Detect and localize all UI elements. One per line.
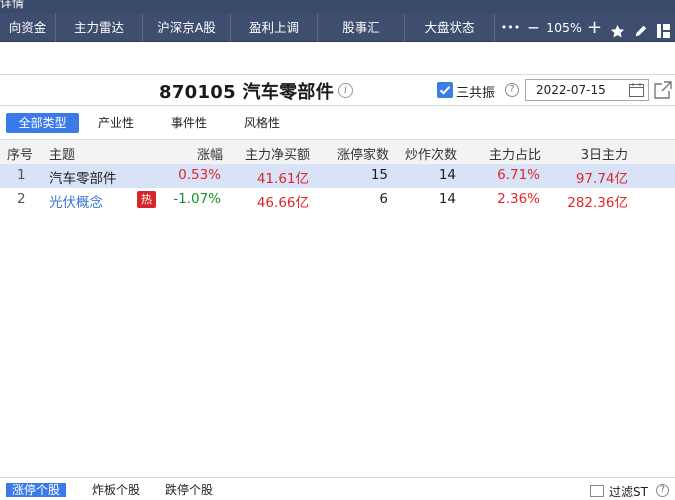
resonance-checkbox[interactable] bbox=[437, 82, 453, 98]
nav-item-main-radar[interactable]: 主力雷达 bbox=[56, 13, 143, 42]
type-filter-tabs: 全部类型 产业性 事件性 风格性 bbox=[0, 106, 675, 138]
row-theme[interactable]: 汽车零部件 bbox=[49, 167, 117, 187]
tab-all-types[interactable]: 全部类型 bbox=[6, 113, 79, 133]
tab-industry[interactable]: 产业性 bbox=[88, 113, 144, 133]
star-icon[interactable] bbox=[606, 17, 629, 39]
row-index: 1 bbox=[17, 167, 26, 183]
table-row[interactable]: 2 光伏概念 热 -1.07% 46.66亿 6 14 2.36% 282.36… bbox=[0, 188, 675, 212]
date-picker[interactable]: 2022-07-15 bbox=[525, 79, 649, 101]
zoom-level: 105% bbox=[546, 20, 582, 35]
column-header-change[interactable]: 涨幅 bbox=[197, 144, 223, 163]
calendar-icon[interactable] bbox=[629, 83, 644, 97]
filter-st-checkbox[interactable] bbox=[590, 485, 604, 497]
row-three-day: 97.74亿 bbox=[575, 171, 628, 187]
tab-limit-down-stocks[interactable]: 跌停个股 bbox=[165, 483, 213, 497]
zoom-in-button[interactable]: + bbox=[583, 13, 606, 42]
filter-st-label: 过滤ST bbox=[609, 485, 648, 499]
date-value: 2022-07-15 bbox=[536, 83, 606, 97]
nav-item-market-status[interactable]: 大盘状态 bbox=[405, 13, 495, 42]
help-icon[interactable]: ? bbox=[505, 83, 519, 97]
resonance-checkbox-label: 三共振 bbox=[456, 86, 496, 101]
nav-item-profit-upgrade[interactable]: 盈利上调 bbox=[231, 13, 318, 42]
bottom-divider bbox=[0, 477, 675, 478]
column-header-hype-count[interactable]: 炒作次数 bbox=[405, 144, 457, 163]
window-title: 详情 bbox=[0, 0, 25, 10]
info-icon[interactable]: i bbox=[338, 83, 353, 98]
column-header-limit-up[interactable]: 涨停家数 bbox=[337, 144, 389, 163]
row-three-day: 282.36亿 bbox=[567, 195, 628, 211]
tab-limit-up-stocks[interactable]: 涨停个股 bbox=[6, 483, 67, 497]
hot-badge: 热 bbox=[137, 191, 156, 208]
theme-header: 870105 汽车零部件 i 三共振 ? 2022-07-15 bbox=[0, 74, 675, 106]
row-change: 0.53% bbox=[178, 167, 221, 183]
row-hype-count: 14 bbox=[438, 191, 456, 207]
row-theme[interactable]: 光伏概念 bbox=[49, 191, 103, 211]
column-header-ratio[interactable]: 主力占比 bbox=[489, 144, 541, 163]
share-icon[interactable] bbox=[654, 81, 672, 99]
nav-toolbar: ••• — 105% + bbox=[499, 13, 675, 42]
row-limit-up: 6 bbox=[379, 191, 388, 207]
row-hype-count: 14 bbox=[438, 167, 456, 183]
nav-item-capital-flow[interactable]: 向资金 bbox=[0, 13, 56, 42]
help-icon[interactable]: ? bbox=[656, 484, 669, 497]
stock-name: 汽车零部件 bbox=[242, 82, 335, 103]
top-navbar: 向资金 主力雷达 沪深京A股 盈利上调 股事汇 大盘状态 ••• — 105% … bbox=[0, 13, 675, 42]
edit-icon[interactable] bbox=[629, 17, 652, 38]
nav-item-a-shares[interactable]: 沪深京A股 bbox=[143, 13, 231, 42]
tab-event[interactable]: 事件性 bbox=[161, 113, 217, 133]
zoom-out-button[interactable]: — bbox=[522, 13, 545, 42]
row-ratio: 6.71% bbox=[497, 167, 540, 183]
column-header-theme[interactable]: 主题 bbox=[49, 144, 75, 163]
column-header-three-day[interactable]: 3日主力 bbox=[581, 144, 628, 163]
nav-item-stock-events[interactable]: 股事汇 bbox=[318, 13, 405, 42]
column-header-index[interactable]: 序号 bbox=[7, 144, 33, 163]
row-ratio: 2.36% bbox=[497, 191, 540, 207]
blank-band bbox=[0, 42, 675, 74]
page-title: 870105 汽车零部件 bbox=[159, 78, 334, 104]
tab-style[interactable]: 风格性 bbox=[234, 113, 290, 133]
table-header: 序号 主题 涨幅 主力净买额 涨停家数 炒作次数 主力占比 3日主力 bbox=[0, 139, 675, 164]
table-row[interactable]: 1 汽车零部件 0.53% 41.61亿 15 14 6.71% 97.74亿 bbox=[0, 164, 675, 188]
more-icon[interactable]: ••• bbox=[499, 13, 522, 42]
window-title-strip: 详情 bbox=[0, 0, 675, 13]
row-index: 2 bbox=[17, 191, 26, 207]
stock-code: 870105 bbox=[159, 82, 236, 103]
tab-broken-limit-stocks[interactable]: 炸板个股 bbox=[92, 483, 140, 497]
row-change: -1.07% bbox=[173, 191, 221, 207]
column-header-net-buy[interactable]: 主力净买额 bbox=[245, 144, 310, 163]
row-net-buy: 46.66亿 bbox=[256, 195, 309, 211]
row-limit-up: 15 bbox=[370, 167, 388, 183]
layout-icon[interactable] bbox=[652, 17, 675, 38]
row-net-buy: 41.61亿 bbox=[256, 171, 309, 187]
